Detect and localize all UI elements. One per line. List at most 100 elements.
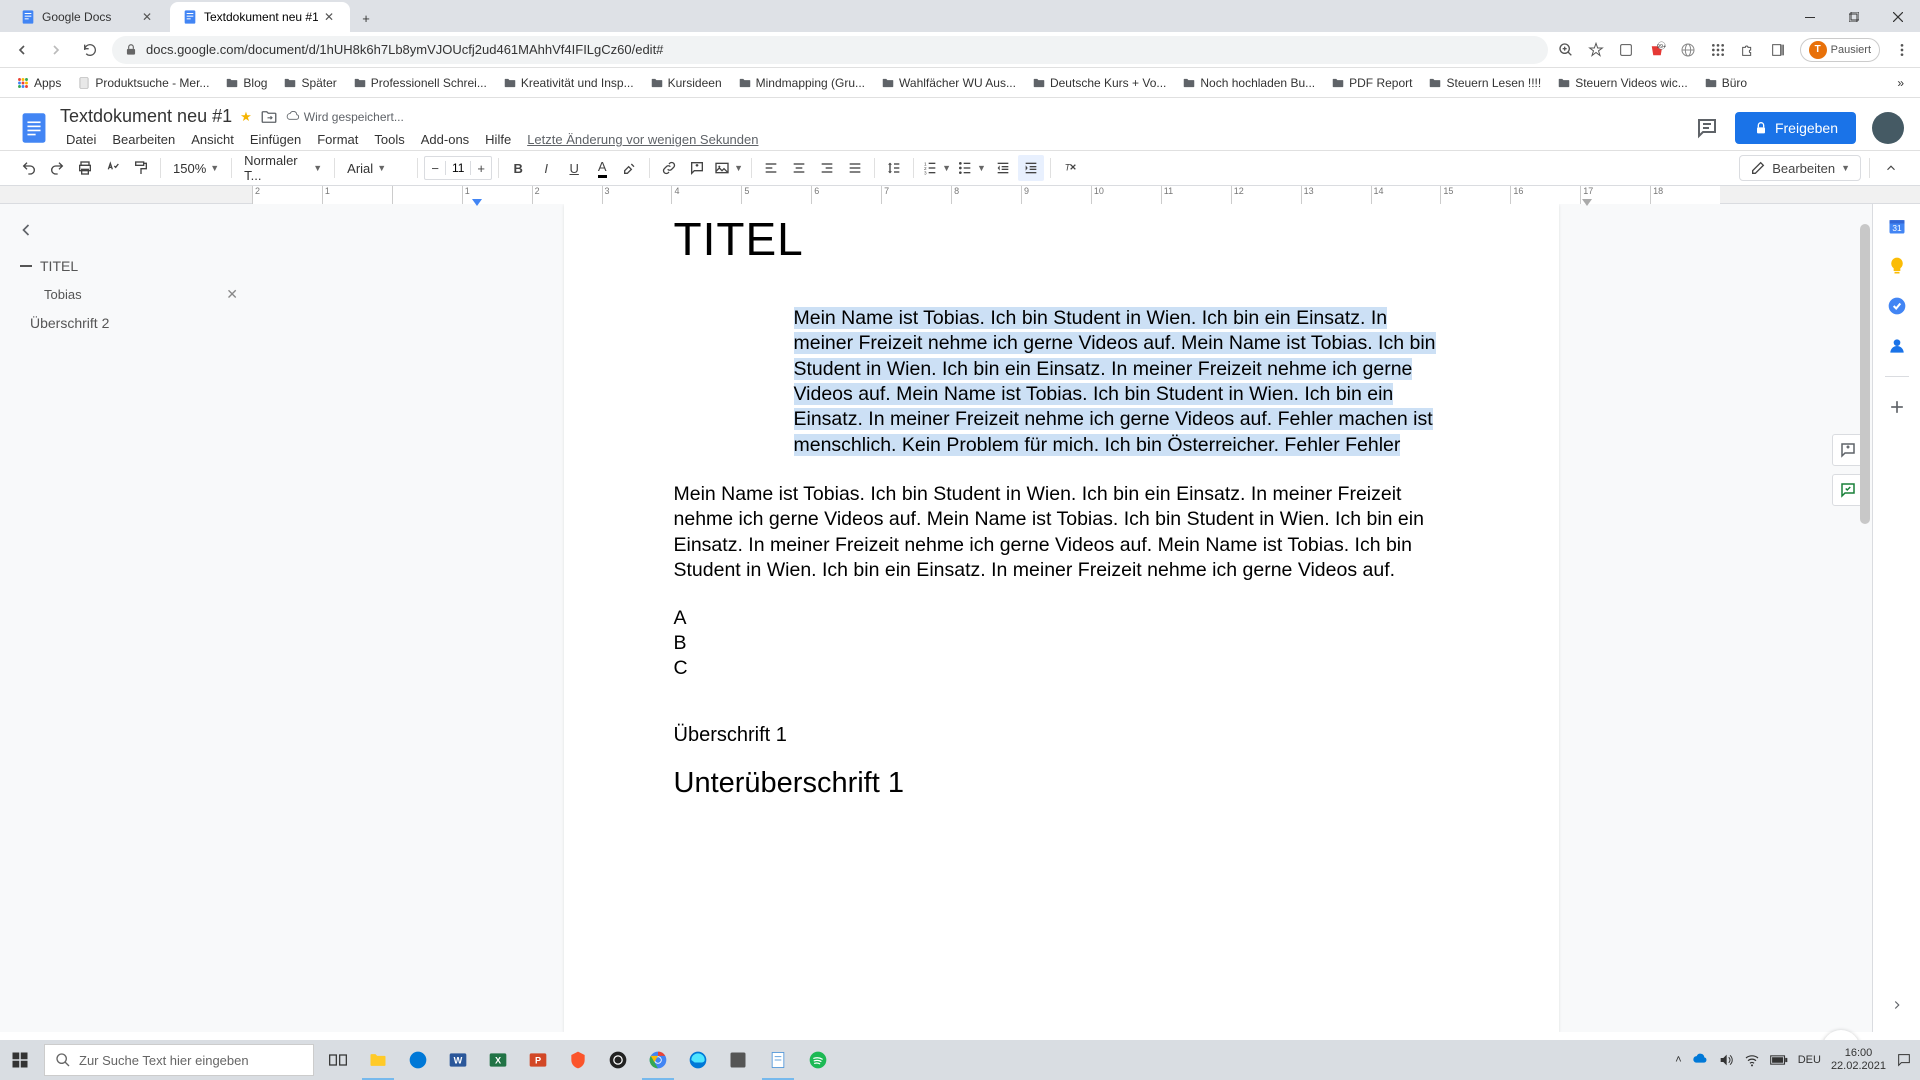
bookmark-item[interactable]: Mindmapping (Gru... [732, 72, 871, 94]
bookmark-item[interactable]: Noch hochladen Bu... [1176, 72, 1321, 94]
extension-icon[interactable] [1618, 42, 1634, 58]
bookmarks-overflow[interactable]: » [1891, 72, 1910, 94]
comment-history-icon[interactable] [1695, 116, 1719, 140]
clear-formatting-button[interactable]: T [1057, 155, 1083, 181]
bookmark-item[interactable]: Später [277, 72, 342, 94]
user-avatar[interactable] [1872, 112, 1904, 144]
chrome-icon[interactable] [638, 1040, 678, 1080]
increase-font-button[interactable]: + [471, 161, 491, 176]
tray-chevron-icon[interactable]: ˄ [1675, 1054, 1681, 1066]
file-explorer-icon[interactable] [358, 1040, 398, 1080]
hide-side-panel-button[interactable] [1890, 998, 1904, 1012]
last-edit-link[interactable]: Letzte Änderung vor wenigen Sekunden [521, 129, 764, 150]
align-justify-button[interactable] [842, 155, 868, 181]
bookmark-item[interactable]: Steuern Lesen !!!! [1422, 72, 1547, 94]
profile-chip[interactable]: T Pausiert [1800, 38, 1880, 62]
italic-button[interactable]: I [533, 155, 559, 181]
globe-extension-icon[interactable] [1680, 42, 1696, 58]
collapse-toolbar-button[interactable] [1878, 155, 1904, 181]
highlight-color-button[interactable] [617, 155, 643, 181]
menu-einfuegen[interactable]: Einfügen [244, 129, 307, 150]
edge-icon[interactable] [678, 1040, 718, 1080]
new-tab-button[interactable]: + [352, 4, 380, 32]
heading-2[interactable]: Unterüberschrift 1 [674, 767, 1439, 800]
keep-icon[interactable] [1887, 256, 1907, 276]
reload-button[interactable] [78, 38, 102, 62]
document-heading-title[interactable]: TITEL [674, 212, 1439, 266]
outline-item-titel[interactable]: TITEL [16, 252, 242, 280]
bookmark-item[interactable]: Kursideen [644, 72, 728, 94]
bookmark-star-icon[interactable] [1588, 42, 1604, 58]
address-bar[interactable]: docs.google.com/document/d/1hUH8k6h7Lb8y… [112, 36, 1548, 64]
close-window-button[interactable] [1876, 2, 1920, 32]
bulleted-list-dropdown[interactable]: ▼ [955, 155, 988, 181]
battery-icon[interactable] [1770, 1053, 1788, 1067]
tasks-icon[interactable] [1887, 296, 1907, 316]
paragraph-style-dropdown[interactable]: Normaler T...▼ [238, 155, 328, 181]
bookmark-item[interactable]: Deutsche Kurs + Vo... [1026, 72, 1172, 94]
outline-item-ueberschrift2[interactable]: Überschrift 2 [16, 309, 242, 337]
zoom-dropdown[interactable]: 150%▼ [167, 155, 225, 181]
taskbar-search[interactable]: Zur Suche Text hier eingeben [44, 1044, 314, 1076]
bookmark-item[interactable]: Produktsuche - Mer... [71, 72, 215, 94]
back-button[interactable] [10, 38, 34, 62]
bold-button[interactable]: B [505, 155, 531, 181]
insert-comment-button[interactable] [684, 155, 710, 181]
paragraph-2[interactable]: Mein Name ist Tobias. Ich bin Student in… [674, 482, 1439, 583]
notifications-icon[interactable] [1896, 1052, 1912, 1068]
outline-close-button[interactable] [16, 220, 242, 240]
insert-link-button[interactable] [656, 155, 682, 181]
minimize-button[interactable] [1788, 2, 1832, 32]
powerpoint-icon[interactable]: P [518, 1040, 558, 1080]
bookmark-item[interactable]: Wahlfächer WU Aus... [875, 72, 1022, 94]
shopping-extension-icon[interactable]: 99+ [1648, 41, 1666, 59]
numbered-list-dropdown[interactable]: 123▼ [920, 155, 953, 181]
excel-icon[interactable]: X [478, 1040, 518, 1080]
start-button[interactable] [0, 1040, 40, 1080]
star-icon[interactable]: ★ [240, 109, 252, 125]
menu-tools[interactable]: Tools [368, 129, 410, 150]
heading-1[interactable]: Überschrift 1 [674, 724, 1439, 747]
insert-image-dropdown[interactable]: ▼ [712, 155, 745, 181]
menu-datei[interactable]: Datei [60, 129, 102, 150]
editing-mode-dropdown[interactable]: Bearbeiten ▼ [1739, 155, 1861, 181]
decrease-indent-button[interactable] [990, 155, 1016, 181]
apps-bookmark[interactable]: Apps [10, 72, 67, 94]
paint-format-button[interactable] [128, 155, 154, 181]
volume-icon[interactable] [1718, 1052, 1734, 1068]
menu-addons[interactable]: Add-ons [415, 129, 475, 150]
edge-legacy-icon[interactable] [398, 1040, 438, 1080]
spellcheck-button[interactable] [100, 155, 126, 181]
keyboard-language[interactable]: DEU [1798, 1054, 1821, 1066]
align-right-button[interactable] [814, 155, 840, 181]
redo-button[interactable] [44, 155, 70, 181]
list-item-c[interactable]: C [674, 657, 1439, 680]
move-folder-icon[interactable] [260, 108, 278, 126]
close-icon[interactable]: ✕ [226, 286, 238, 303]
contacts-icon[interactable] [1887, 336, 1907, 356]
docs-logo-icon[interactable] [16, 110, 52, 146]
menu-hilfe[interactable]: Hilfe [479, 129, 517, 150]
close-icon[interactable]: ✕ [324, 10, 338, 24]
font-size-input[interactable]: 11 [445, 161, 471, 175]
onedrive-icon[interactable] [1692, 1052, 1708, 1068]
line-spacing-button[interactable] [881, 155, 907, 181]
notepad-icon[interactable] [758, 1040, 798, 1080]
maximize-button[interactable] [1832, 2, 1876, 32]
increase-indent-button[interactable] [1018, 155, 1044, 181]
browser-tab-active[interactable]: Textdokument neu #1 - Google ✕ [170, 2, 350, 32]
forward-button[interactable] [44, 38, 68, 62]
decrease-font-button[interactable]: − [425, 161, 445, 176]
bookmark-item[interactable]: Professionell Schrei... [347, 72, 493, 94]
calendar-icon[interactable]: 31 [1887, 216, 1907, 236]
spotify-icon[interactable] [798, 1040, 838, 1080]
wifi-icon[interactable] [1744, 1052, 1760, 1068]
bookmark-item[interactable]: Blog [219, 72, 273, 94]
app-icon[interactable] [718, 1040, 758, 1080]
bookmark-item[interactable]: Kreativität und Insp... [497, 72, 640, 94]
font-dropdown[interactable]: Arial▼ [341, 155, 411, 181]
list-item-b[interactable]: B [674, 632, 1439, 655]
obs-icon[interactable] [598, 1040, 638, 1080]
menu-ansicht[interactable]: Ansicht [185, 129, 240, 150]
close-icon[interactable]: ✕ [142, 10, 156, 24]
